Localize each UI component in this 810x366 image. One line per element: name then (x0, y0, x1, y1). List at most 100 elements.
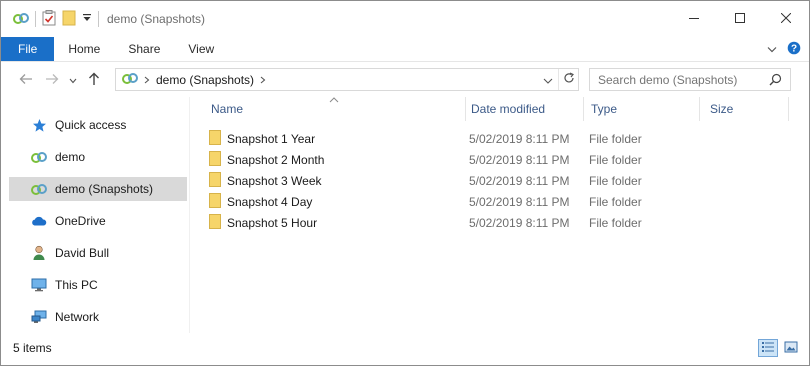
file-row[interactable]: Snapshot 4 Day 5/02/2019 8:11 PM File fo… (209, 191, 769, 212)
expand-ribbon-icon[interactable] (767, 43, 777, 57)
pane-divider[interactable] (189, 97, 190, 333)
sidebar-item-this-pc[interactable]: This PC (9, 273, 187, 297)
file-date: 5/02/2019 8:11 PM (469, 215, 570, 230)
folder-icon (209, 171, 221, 190)
file-type: File folder (589, 215, 642, 230)
breadcrumb-chevron-icon[interactable] (260, 73, 266, 87)
chevron-down-icon (69, 73, 77, 87)
computer-icon (31, 277, 47, 293)
address-row: demo (Snapshots) (1, 63, 809, 97)
window-controls (671, 1, 809, 37)
sidebar-item-label: David Bull (55, 246, 110, 260)
large-icons-view-icon (784, 341, 798, 356)
breadcrumb-item[interactable]: demo (Snapshots) (156, 73, 254, 87)
minimize-button[interactable] (671, 1, 717, 37)
tab-file[interactable]: File (1, 37, 55, 61)
forward-arrow-icon (45, 73, 59, 88)
folder-icon (209, 129, 221, 148)
address-history-button[interactable] (538, 69, 558, 90)
sidebar-item-network[interactable]: Network (9, 305, 187, 329)
back-arrow-icon (19, 73, 33, 88)
file-name: Snapshot 5 Hour (227, 215, 318, 230)
file-name-cell: Snapshot 4 Day (209, 192, 312, 211)
view-switcher (758, 337, 801, 359)
column-header-type[interactable]: Type (579, 97, 699, 121)
refresh-button[interactable] (558, 69, 578, 90)
sidebar-item-label: Network (55, 310, 100, 324)
sidebar-item-label: OneDrive (55, 214, 106, 228)
sidebar-item-label: demo (55, 150, 86, 164)
breadcrumb-chevron-icon[interactable] (144, 73, 150, 87)
new-folder-icon[interactable] (62, 10, 76, 29)
large-icons-view-button[interactable] (781, 339, 801, 357)
search-box[interactable] (589, 68, 791, 91)
navigation-pane: Quick access demo demo (Snapshots) OneDr… (1, 97, 189, 337)
file-name-cell: Snapshot 2 Month (209, 150, 325, 169)
file-type: File folder (589, 152, 642, 167)
sidebar-item-label: Quick access (55, 118, 127, 132)
file-name: Snapshot 3 Week (227, 173, 322, 188)
quick-access-toolbar (1, 1, 99, 37)
recent-locations-button[interactable] (65, 67, 81, 93)
search-input[interactable] (598, 72, 768, 87)
sidebar-item-demo-snapshots[interactable]: demo (Snapshots) (9, 177, 187, 201)
sync-cloud-icon[interactable] (13, 11, 29, 28)
address-bar-actions (538, 69, 578, 90)
sidebar-item-demo[interactable]: demo (9, 145, 187, 169)
column-headers: Name Date modified Type Size (199, 97, 799, 121)
tab-home[interactable]: Home (54, 37, 114, 61)
file-row[interactable]: Snapshot 2 Month 5/02/2019 8:11 PM File … (209, 149, 769, 170)
star-icon (31, 117, 47, 133)
back-button[interactable] (13, 67, 39, 93)
file-list: Name Date modified Type Size Snapshot 1 … (199, 97, 799, 337)
file-row[interactable]: Snapshot 5 Hour 5/02/2019 8:11 PM File f… (209, 212, 769, 233)
file-name: Snapshot 2 Month (227, 152, 325, 167)
file-date: 5/02/2019 8:11 PM (469, 131, 570, 146)
details-view-button[interactable] (758, 339, 778, 357)
file-name-cell: Snapshot 1 Year (209, 129, 316, 148)
sidebar-item-quick-access[interactable]: Quick access (9, 113, 187, 137)
ribbon-right-controls: ? (767, 37, 801, 62)
file-date: 5/02/2019 8:11 PM (469, 152, 570, 167)
file-type: File folder (589, 131, 642, 146)
file-date: 5/02/2019 8:11 PM (469, 194, 570, 209)
column-header-size[interactable]: Size (698, 97, 788, 121)
address-bar[interactable]: demo (Snapshots) (115, 68, 579, 91)
sidebar-item-onedrive[interactable]: OneDrive (9, 209, 187, 233)
help-icon[interactable]: ? (787, 41, 801, 58)
breadcrumb: demo (Snapshots) (116, 69, 266, 90)
tab-share[interactable]: Share (114, 37, 174, 61)
file-name-cell: Snapshot 5 Hour (209, 213, 318, 232)
sidebar-item-label: This PC (55, 278, 98, 292)
folder-icon (209, 192, 221, 211)
customize-toolbar-icon[interactable] (82, 12, 92, 26)
tab-view[interactable]: View (174, 37, 228, 61)
sidebar-item-label: demo (Snapshots) (55, 182, 154, 196)
column-divider[interactable] (788, 97, 789, 121)
search-icon[interactable] (769, 73, 782, 89)
sidebar-item-user[interactable]: David Bull (9, 241, 187, 265)
maximize-button[interactable] (717, 1, 763, 37)
properties-icon[interactable] (42, 9, 56, 29)
file-row[interactable]: Snapshot 3 Week 5/02/2019 8:11 PM File f… (209, 170, 769, 191)
forward-button[interactable] (39, 67, 65, 93)
details-view-icon (761, 341, 775, 356)
status-bar: 5 items (1, 337, 809, 359)
title-bar: demo (Snapshots) (1, 1, 809, 37)
ribbon-tabs: File Home Share View ? (1, 37, 809, 62)
user-icon (31, 245, 47, 261)
file-row[interactable]: Snapshot 1 Year 5/02/2019 8:11 PM File f… (209, 128, 769, 149)
sync-cloud-icon (31, 181, 47, 197)
onedrive-icon (31, 213, 47, 229)
file-name: Snapshot 1 Year (227, 131, 316, 146)
close-icon (780, 12, 792, 26)
up-button[interactable] (81, 67, 107, 93)
file-date: 5/02/2019 8:11 PM (469, 173, 570, 188)
close-button[interactable] (763, 1, 809, 37)
column-header-name[interactable]: Name (199, 97, 465, 121)
folder-icon (209, 213, 221, 232)
file-name-cell: Snapshot 3 Week (209, 171, 322, 190)
toolbar-divider (35, 11, 36, 27)
column-header-date[interactable]: Date modified (459, 97, 583, 121)
sync-cloud-icon (122, 71, 138, 88)
